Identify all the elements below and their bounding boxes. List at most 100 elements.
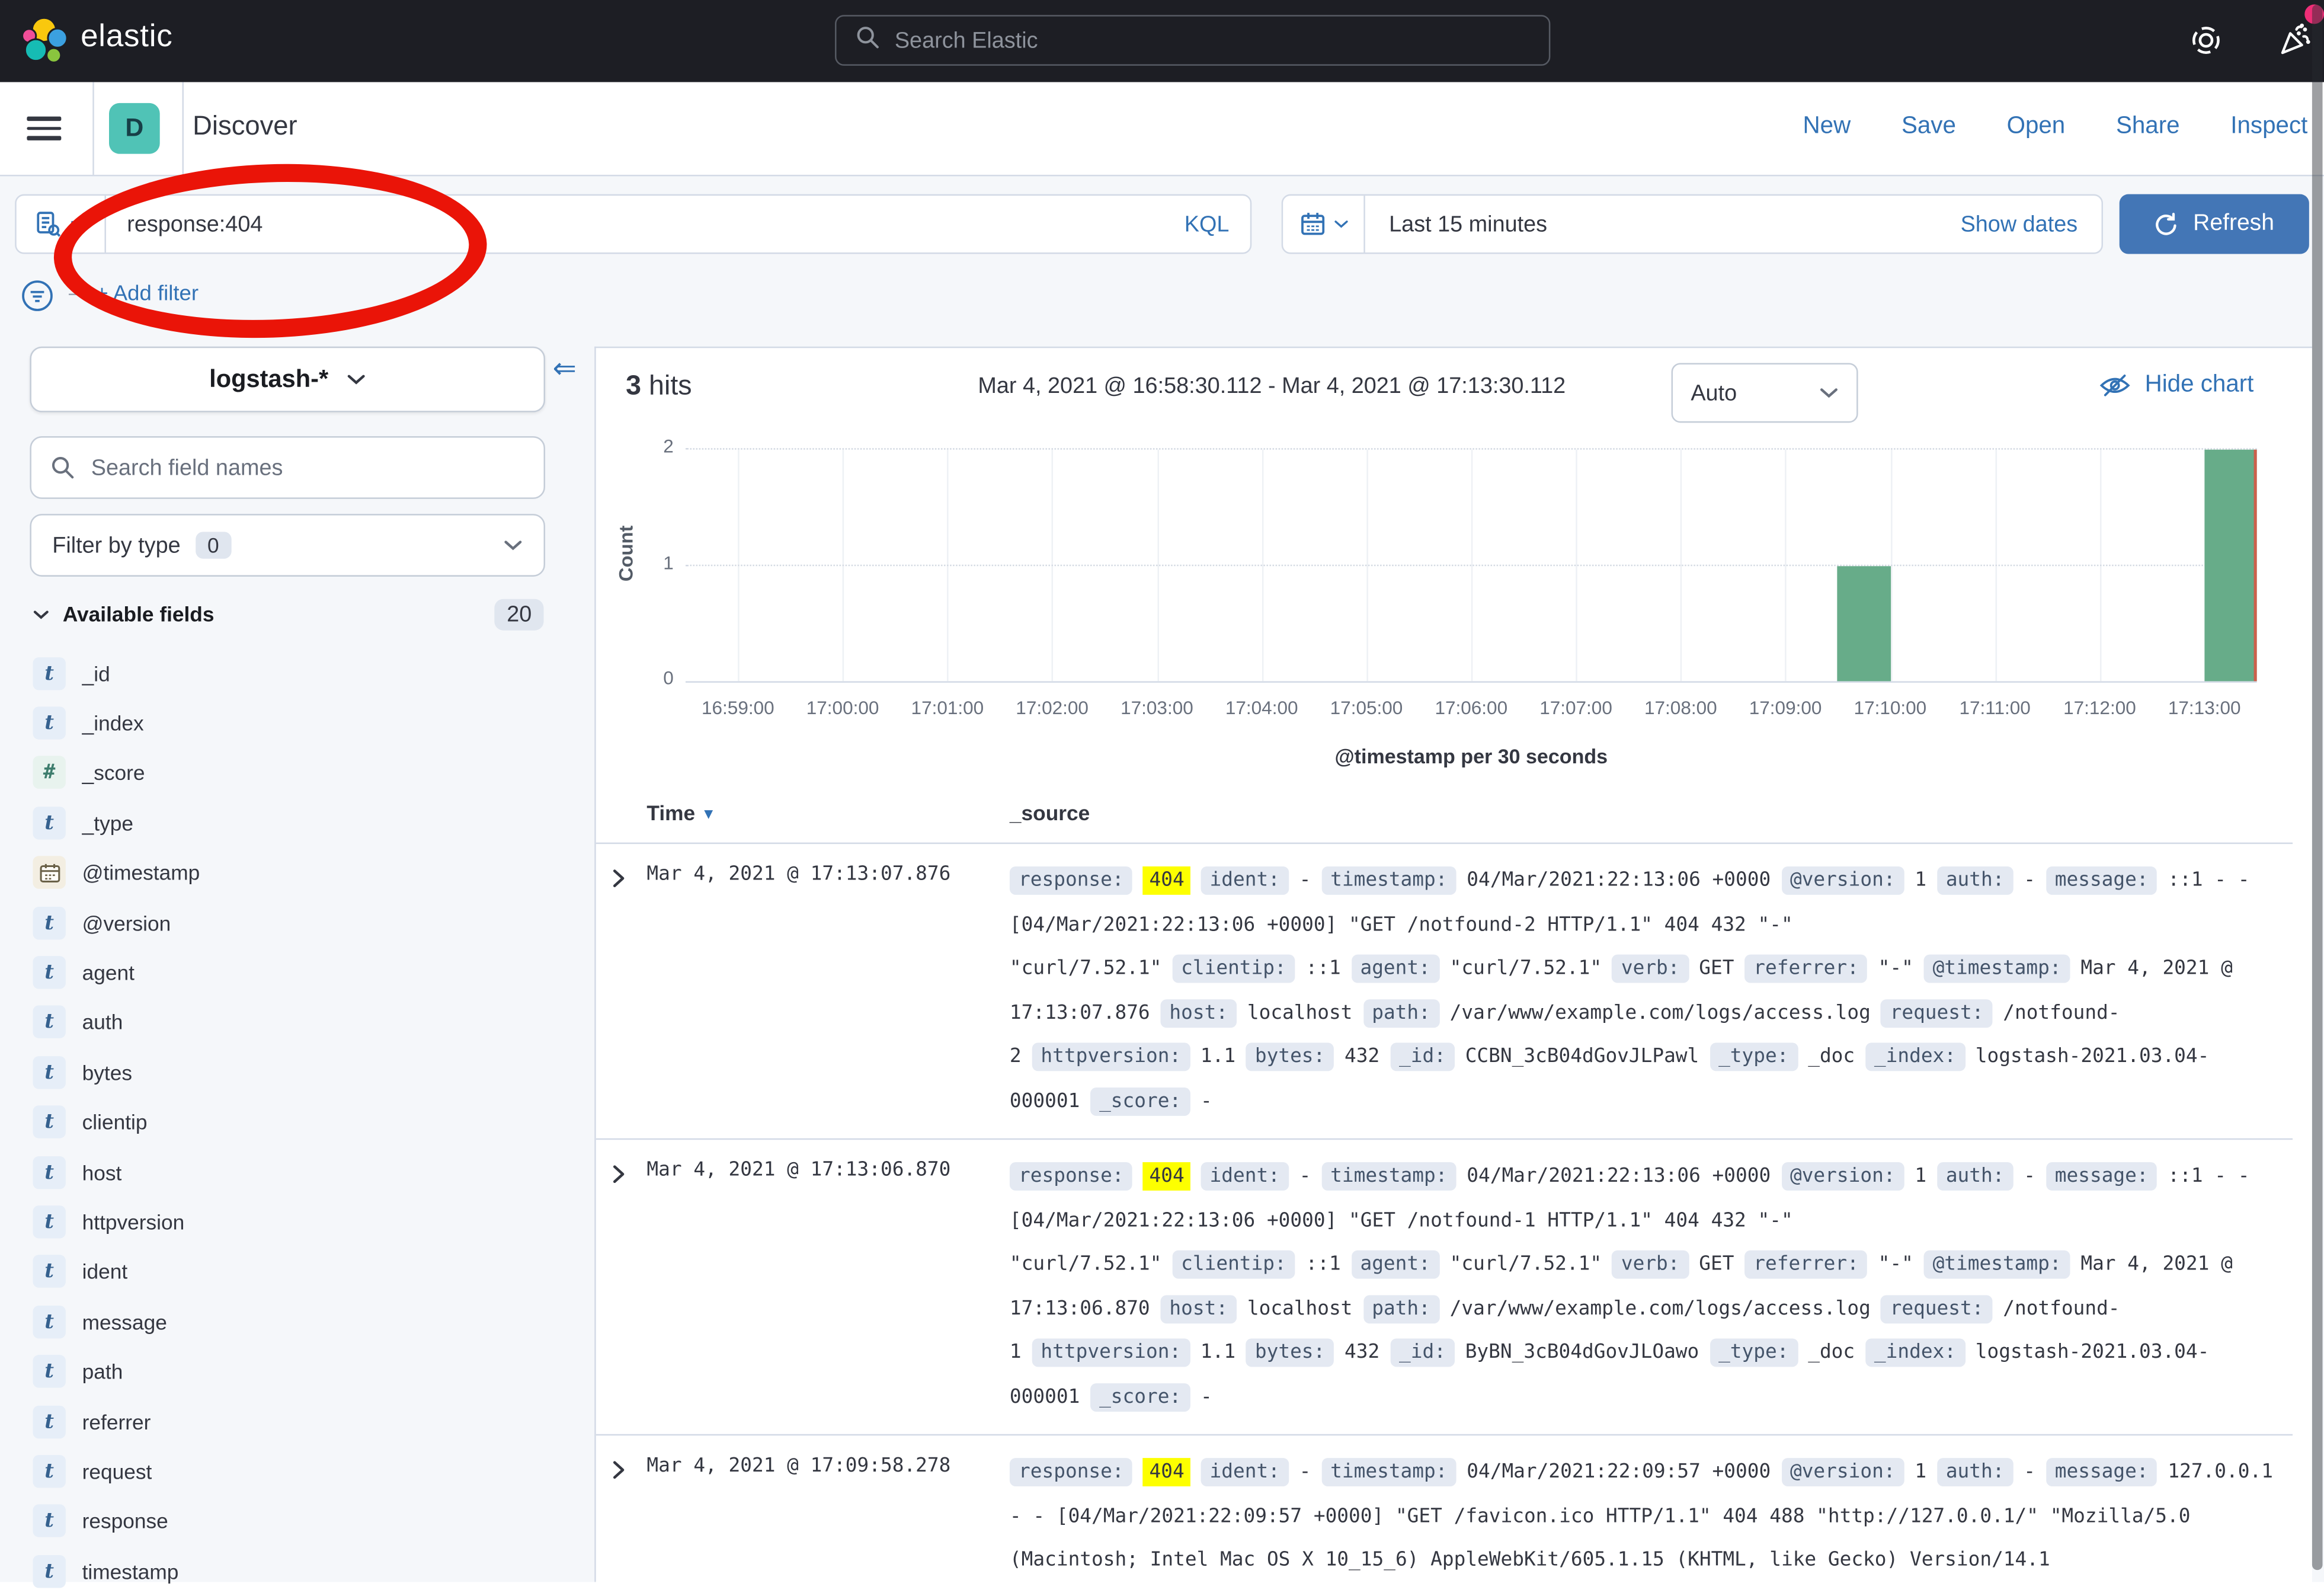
field-item-response[interactable]: tresponse (33, 1496, 545, 1546)
highlighted-value: 404 (1143, 866, 1190, 895)
source-value: 04/Mar/2021:22:13:06 +0000 (1467, 1165, 1771, 1188)
show-dates-button[interactable]: Show dates (1961, 212, 2078, 237)
open-button[interactable]: Open (2007, 114, 2066, 140)
field-item-_type[interactable]: t_type (33, 798, 545, 847)
field-name: _score (82, 761, 145, 785)
save-button[interactable]: Save (1902, 114, 1956, 140)
index-pattern-select[interactable]: logstash-* (30, 347, 545, 412)
field-item-bytes[interactable]: tbytes (33, 1047, 545, 1097)
global-search-input[interactable]: Search Elastic (835, 15, 1550, 66)
source-field-name-badge: response: (1010, 1458, 1133, 1486)
filter-by-type-select[interactable]: Filter by type 0 (30, 514, 545, 577)
date-quick-select-button[interactable] (1283, 196, 1365, 252)
x-axis-tick-label: 17:04:00 (1225, 698, 1298, 718)
inspect-button[interactable]: Inspect (2230, 114, 2307, 140)
source-field-name-badge: verb: (1612, 1250, 1689, 1279)
source-field-name-badge: auth: (1937, 1458, 2014, 1486)
histogram-chart: 16:59:0017:00:0017:01:0017:02:0017:03:00… (686, 450, 2257, 683)
refresh-button[interactable]: Refresh (2120, 194, 2309, 254)
interval-select[interactable]: Auto (1672, 363, 1858, 423)
field-name: response (82, 1509, 168, 1533)
add-filter-button[interactable]: + Add filter (95, 282, 199, 306)
results-panel: 3 hits Mar 4, 2021 @ 16:58:30.112 - Mar … (594, 347, 2312, 1582)
field-search-input[interactable]: Search field names (30, 436, 545, 499)
source-field-name-badge: agent: (1351, 955, 1439, 983)
grid-line-horizontal (686, 448, 2257, 450)
chevron-down-icon (346, 373, 366, 385)
source-field-name-badge: httpversion: (1032, 1338, 1190, 1367)
available-fields-toggle[interactable]: Available fields 20 (33, 594, 543, 634)
field-item-_id[interactable]: t_id (33, 648, 545, 698)
number-type-icon: # (33, 757, 65, 789)
field-name: clientip (82, 1110, 148, 1134)
field-item-_score[interactable]: # _score (33, 748, 545, 798)
expand-document-button[interactable] (611, 868, 626, 893)
field-item-clientip[interactable]: tclientip (33, 1097, 545, 1147)
field-item-request[interactable]: trequest (33, 1447, 545, 1496)
field-item-host[interactable]: thost (33, 1147, 545, 1197)
query-language-button[interactable]: KQL (1185, 212, 1230, 237)
field-name: host (82, 1160, 122, 1184)
field-item-ident[interactable]: tident (33, 1247, 545, 1297)
source-field-name-badge: message: (2046, 866, 2157, 895)
new-button[interactable]: New (1803, 114, 1851, 140)
column-header-source[interactable]: _source (1010, 801, 1090, 824)
x-axis-tick-label: 17:05:00 (1330, 698, 1403, 718)
source-value: 1 (1915, 1461, 1926, 1483)
elastic-logo[interactable] (20, 17, 69, 66)
source-field-name-badge: response: (1010, 866, 1133, 895)
source-field-name-badge: clientip: (1172, 1250, 1295, 1279)
global-header-bar: elastic Search Elastic (0, 0, 2324, 82)
hide-chart-button[interactable]: Hide chart (2098, 372, 2253, 399)
column-header-time[interactable]: Time▼ (646, 801, 716, 824)
histogram-bar[interactable] (1838, 565, 1890, 681)
source-value: 1.1 (1201, 1341, 1235, 1364)
field-item-referrer[interactable]: treferrer (33, 1396, 545, 1446)
document-source: response:404ident:-timestamp:04/Mar/2021… (1010, 859, 2278, 1123)
source-value: 04/Mar/2021:22:13:06 +0000 (1467, 869, 1771, 892)
histogram-bar[interactable] (2204, 450, 2256, 682)
source-field-name-badge: path: (1363, 999, 1439, 1027)
text-type-icon: t (33, 1205, 65, 1238)
field-item-auth[interactable]: tauth (33, 997, 545, 1047)
newsfeed-icon[interactable] (2276, 21, 2313, 58)
date-type-icon (33, 856, 65, 889)
index-pattern-label: logstash-* (209, 365, 328, 394)
filter-menu-icon[interactable] (20, 278, 55, 321)
nav-divider (183, 82, 184, 175)
time-range-value[interactable]: Last 15 minutes (1389, 212, 1547, 237)
field-item-timestamp[interactable]: ttimestamp (33, 1546, 545, 1596)
menu-hamburger-icon[interactable] (27, 117, 61, 140)
calendar-icon (1299, 210, 1326, 237)
x-axis-tick-label: 17:12:00 (2063, 698, 2136, 718)
field-item-agent[interactable]: tagent (33, 948, 545, 997)
saved-query-menu-button[interactable] (17, 196, 106, 252)
source-field-name-badge: ident: (1201, 1162, 1289, 1191)
field-item-message[interactable]: tmessage (33, 1297, 545, 1346)
x-axis-tick-label: 17:08:00 (1644, 698, 1717, 718)
x-axis-tick-label: 17:06:00 (1435, 698, 1507, 718)
x-axis-title: @timestamp per 30 seconds (686, 746, 2257, 768)
source-value: localhost (1247, 1297, 1353, 1320)
field-item-httpversion[interactable]: thttpversion (33, 1197, 545, 1247)
source-value: - (2024, 869, 2035, 892)
field-item-path[interactable]: tpath (33, 1346, 545, 1396)
help-icon[interactable] (2189, 24, 2222, 56)
table-row: Mar 4, 2021 @ 17:13:07.876response:404id… (596, 844, 2293, 1140)
document-source: response:404ident:-timestamp:04/Mar/2021… (1010, 1451, 2278, 1584)
query-bar: response:404 KQL (15, 194, 1251, 254)
field-item-_index[interactable]: t_index (33, 698, 545, 748)
share-button[interactable]: Share (2116, 114, 2180, 140)
expand-document-button[interactable] (611, 1164, 626, 1189)
source-value: /var/www/example.com/logs/access.log (1450, 1002, 1871, 1024)
document-source: response:404ident:-timestamp:04/Mar/2021… (1010, 1154, 2278, 1419)
text-type-icon: t (33, 657, 65, 689)
expand-document-button[interactable] (611, 1460, 626, 1485)
discover-app-badge[interactable]: D (109, 103, 160, 154)
query-input[interactable]: response:404 (127, 212, 263, 237)
x-axis-tick-label: 17:13:00 (2168, 698, 2241, 718)
collapse-sidebar-icon[interactable]: ⇐ (553, 353, 577, 387)
field-item-@timestamp[interactable]: @timestamp (33, 848, 545, 898)
field-item-@version[interactable]: t@version (33, 898, 545, 948)
scrollbar[interactable] (2312, 5, 2323, 1571)
